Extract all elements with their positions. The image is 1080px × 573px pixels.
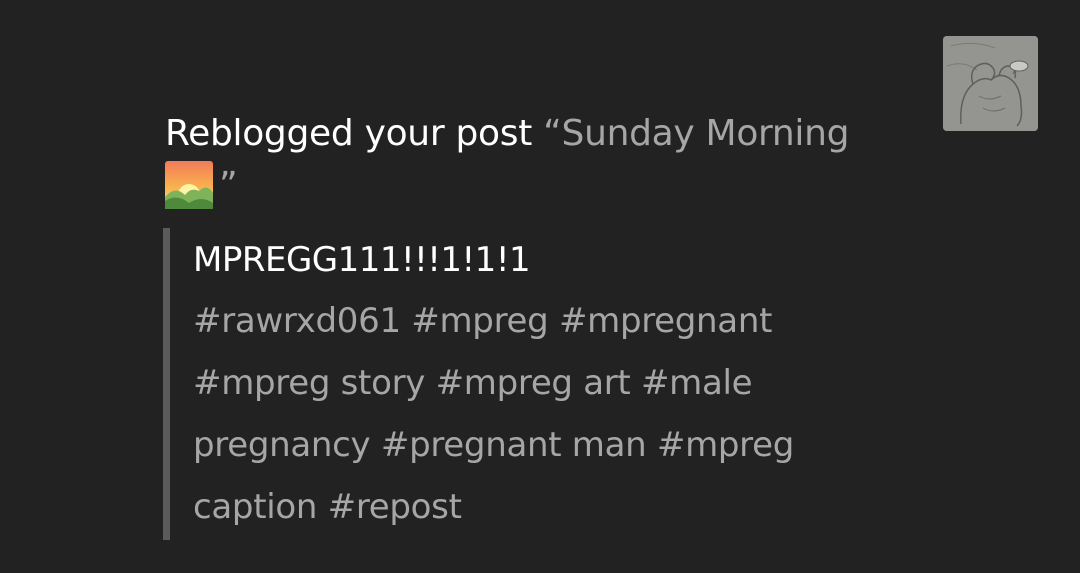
tag-link[interactable]: #mpreg bbox=[411, 301, 548, 341]
quoted-post-content: MPREGG111!!!1!1!1 #rawrxd061 #mpreg #mpr… bbox=[193, 230, 883, 538]
quoted-post-body: MPREGG111!!!1!1!1 bbox=[193, 240, 531, 280]
post-tags: #rawrxd061 #mpreg #mpregnant #mpreg stor… bbox=[193, 290, 883, 538]
close-quote: ” bbox=[219, 165, 238, 206]
notification-headline: Reblogged your post “Sunday Morning ” bbox=[165, 108, 925, 212]
sunrise-over-mountains-icon bbox=[165, 161, 213, 209]
reblog-notification[interactable]: Reblogged your post “Sunday Morning ” MP… bbox=[0, 0, 1080, 573]
quoted-post[interactable]: MPREGG111!!!1!1!1 #rawrxd061 #mpreg #mpr… bbox=[163, 228, 883, 540]
tag-link[interactable]: #pregnant man bbox=[381, 425, 647, 465]
reblog-action-text: Reblogged your post bbox=[165, 113, 544, 154]
tag-link[interactable]: #mpreg art bbox=[436, 363, 631, 403]
tag-link[interactable]: #mpregnant bbox=[559, 301, 772, 341]
post-title-link[interactable]: Sunday Morning bbox=[562, 113, 850, 154]
user-avatar[interactable] bbox=[943, 36, 1038, 131]
open-quote: “ bbox=[543, 113, 562, 154]
quote-bar bbox=[163, 228, 170, 540]
sketch-avatar-icon bbox=[943, 36, 1038, 131]
tag-link[interactable]: #rawrxd061 bbox=[193, 301, 401, 341]
tag-link[interactable]: #repost bbox=[328, 487, 462, 527]
tag-link[interactable]: #mpreg story bbox=[193, 363, 425, 403]
